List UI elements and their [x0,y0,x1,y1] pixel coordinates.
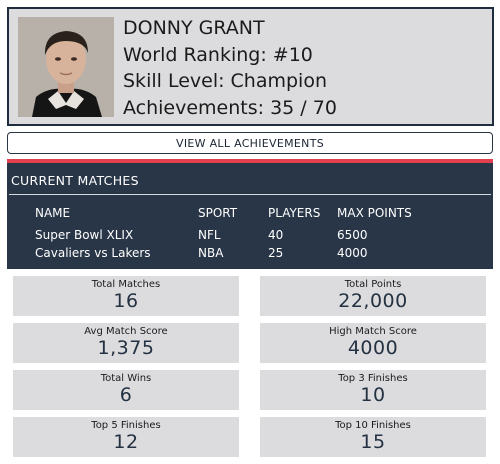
stat-value: 16 [113,290,139,312]
achievements-count: Achievements: 35 / 70 [123,96,337,119]
column-header-max-points: MAX POINTS [337,206,412,220]
player-name: DONNY GRANT [123,17,265,39]
match-sport: NBA [198,246,224,260]
match-players: 40 [268,228,284,242]
column-header-name: NAME [35,206,71,220]
column-header-sport: SPORT [198,206,238,220]
stat-label: Total Points [344,279,402,290]
divider [9,194,491,195]
stat-label: Top 10 Finishes [335,420,411,431]
match-max-points: 6500 [337,228,368,242]
stat-top-5-finishes: Top 5 Finishes 12 [13,417,239,457]
profile-info: DONNY GRANT World Ranking: #10 Skill Lev… [123,15,337,121]
current-matches-panel: CURRENT MATCHES NAME SPORT PLAYERS MAX P… [7,159,493,269]
stat-label: Top 5 Finishes [91,420,161,431]
stat-avg-match-score: Avg Match Score 1,375 [13,323,239,363]
stat-total-points: Total Points 22,000 [260,276,486,316]
stat-value: 6 [119,384,133,406]
stat-label: Total Wins [100,373,152,384]
stat-label: Total Matches [91,279,161,290]
stat-value: 4000 [347,337,399,359]
match-name: Super Bowl XLIX [35,228,134,242]
stat-value: 15 [360,431,386,453]
stat-label: High Match Score [329,326,417,337]
match-sport: NFL [198,228,221,242]
stat-top-10-finishes: Top 10 Finishes 15 [260,417,486,457]
panel-accent-bar [7,159,493,163]
current-matches-title: CURRENT MATCHES [11,173,139,188]
world-ranking: World Ranking: #10 [123,43,313,66]
avatar [18,17,114,117]
stat-total-matches: Total Matches 16 [13,276,239,316]
profile-card: DONNY GRANT World Ranking: #10 Skill Lev… [7,7,494,126]
stat-high-match-score: High Match Score 4000 [260,323,486,363]
match-max-points: 4000 [337,246,368,260]
stat-value: 1,375 [97,337,155,359]
skill-level: Skill Level: Champion [123,70,327,92]
stat-value: 12 [113,431,139,453]
column-header-players: PLAYERS [268,206,321,220]
stat-top-3-finishes: Top 3 Finishes 10 [260,370,486,410]
avatar-portrait-icon [18,17,114,117]
stat-label: Avg Match Score [84,326,168,337]
stat-label: Top 3 Finishes [338,373,408,384]
stat-value: 10 [360,384,386,406]
match-name: Cavaliers vs Lakers [35,246,151,260]
stat-value: 22,000 [338,290,408,312]
stat-total-wins: Total Wins 6 [13,370,239,410]
match-players: 25 [268,246,284,260]
view-all-achievements-button[interactable]: VIEW ALL ACHIEVEMENTS [7,132,493,154]
